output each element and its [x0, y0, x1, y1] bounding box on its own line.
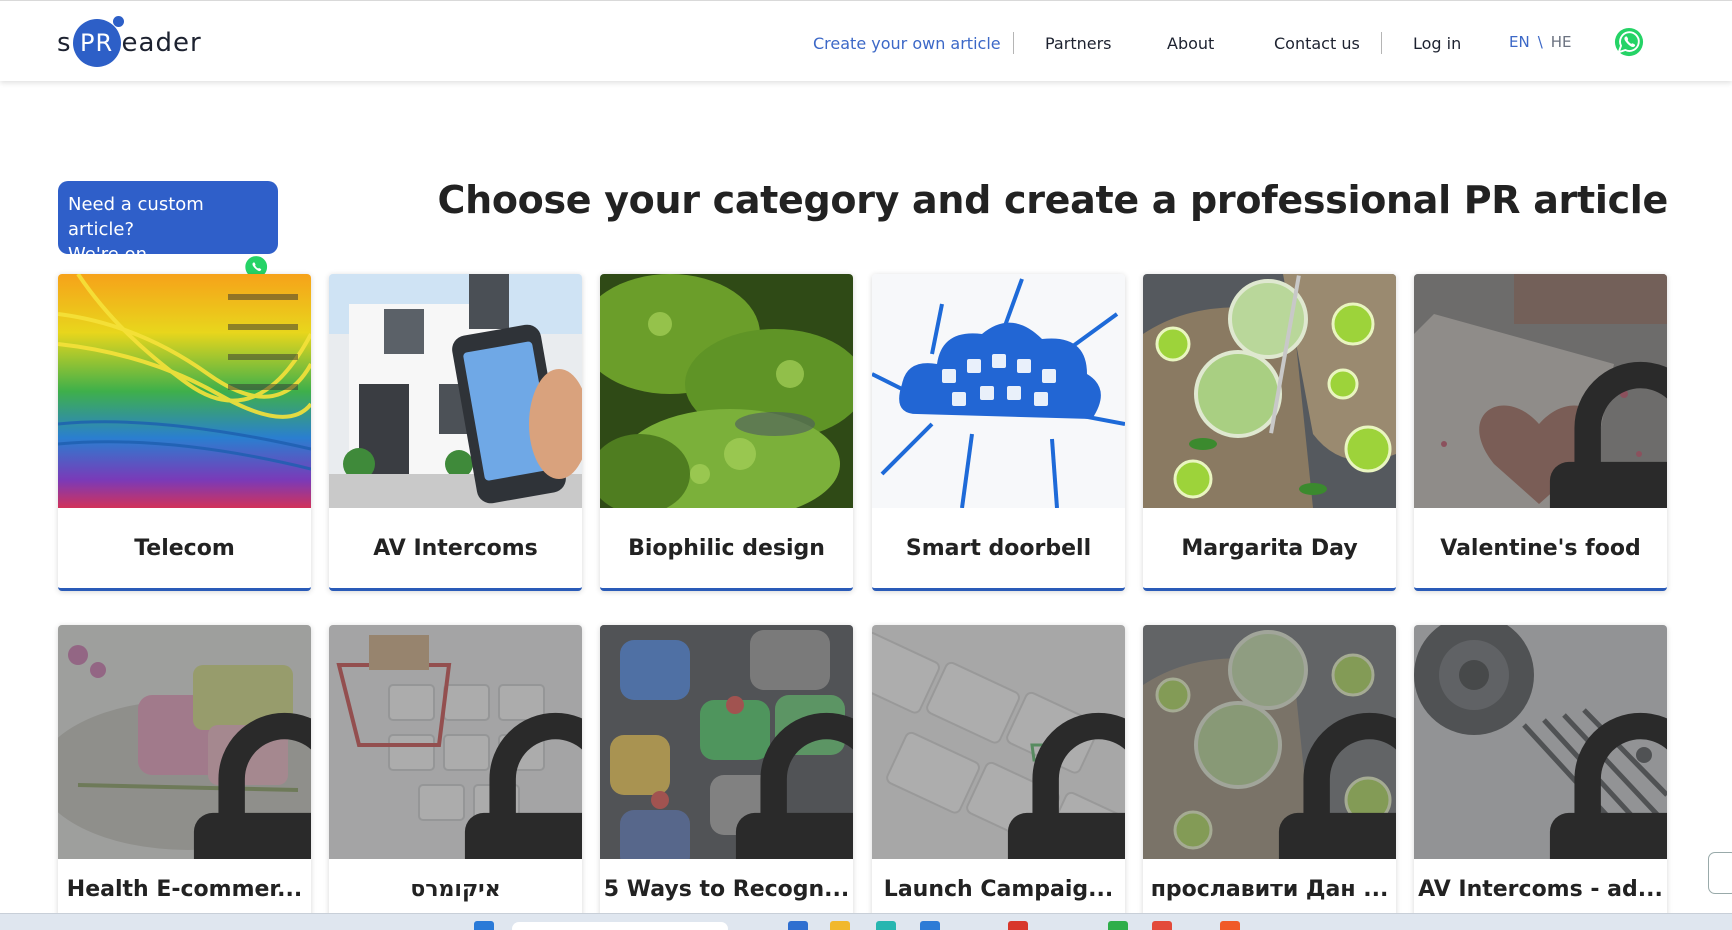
- card-label: AV Intercoms: [373, 535, 538, 561]
- card-image: [329, 625, 582, 859]
- lock-icon: [1549, 361, 1667, 508]
- category-card-av-intercoms-ad[interactable]: AV Intercoms - ad...: [1414, 625, 1667, 930]
- taskbar-chrome-icon[interactable]: [1008, 921, 1028, 930]
- card-image: [600, 274, 853, 508]
- category-card-ukrainian-article[interactable]: прославити Дан ...: [1143, 625, 1396, 930]
- taskbar-app-icon[interactable]: [788, 921, 808, 930]
- lock-icon: [1007, 712, 1125, 859]
- nav-about-link[interactable]: About: [1167, 34, 1214, 53]
- taskbar-app-icon[interactable]: [920, 921, 940, 930]
- nav-partners-link[interactable]: Partners: [1045, 34, 1111, 53]
- card-image: [1143, 274, 1396, 508]
- card-image: [872, 274, 1125, 508]
- taskbar-app-icon[interactable]: [1220, 921, 1240, 930]
- lang-he-link[interactable]: HE: [1551, 33, 1572, 51]
- category-card-biophilic-design[interactable]: Biophilic design: [600, 274, 853, 591]
- taskbar-folder-icon[interactable]: [830, 921, 850, 930]
- card-label: Health E-commer...: [66, 876, 303, 902]
- card-image: [1414, 625, 1667, 859]
- taskbar-search-box[interactable]: [512, 922, 728, 930]
- card-label: 5 Ways to Recogn...: [603, 876, 850, 902]
- category-card-ecommerce-hebrew[interactable]: איקומרס: [329, 625, 582, 930]
- lock-icon: [1278, 712, 1396, 859]
- category-card-margarita-day[interactable]: Margarita Day: [1143, 274, 1396, 591]
- nav-divider: [1013, 32, 1014, 54]
- badge-line-1: Need a custom article?: [68, 194, 204, 240]
- card-label: прославити Дан ...: [1150, 876, 1389, 902]
- whatsapp-icon[interactable]: [1614, 27, 1644, 57]
- category-card-smart-doorbell[interactable]: Smart doorbell: [872, 274, 1125, 591]
- card-label: Margarita Day: [1181, 535, 1358, 561]
- logo-text-right: eader: [121, 28, 202, 58]
- category-card-5-ways[interactable]: 5 Ways to Recogn...: [600, 625, 853, 930]
- spreader-logo[interactable]: s PR eader: [57, 16, 202, 69]
- category-card-telecom[interactable]: Telecom: [58, 274, 311, 591]
- category-card-av-intercoms[interactable]: AV Intercoms: [329, 274, 582, 591]
- whatsapp-custom-article-badge[interactable]: Need a custom article? We're on WhatsApp…: [58, 181, 278, 290]
- card-image: [58, 625, 311, 859]
- lang-separator: \: [1537, 33, 1543, 51]
- top-navbar: s PR eader Create your own article Partn…: [0, 0, 1732, 81]
- card-label: AV Intercoms - ad...: [1418, 876, 1663, 902]
- lang-en-link[interactable]: EN: [1509, 33, 1530, 51]
- card-image: [600, 625, 853, 859]
- card-image: [1143, 625, 1396, 859]
- card-label: איקומרס: [410, 876, 501, 902]
- nav-create-article-link[interactable]: Create your own article: [813, 34, 1001, 53]
- card-image: [329, 274, 582, 508]
- card-image: [872, 625, 1125, 859]
- logo-text-left: s: [57, 28, 72, 58]
- card-label: Launch Campaig...: [883, 876, 1114, 902]
- logo-pr-circle: PR: [72, 16, 124, 67]
- taskbar-app-icon[interactable]: [1152, 921, 1172, 930]
- category-card-valentines-food[interactable]: Valentine's food: [1414, 274, 1667, 591]
- os-taskbar: [0, 913, 1732, 930]
- card-label: Valentine's food: [1440, 535, 1641, 561]
- card-label: Biophilic design: [628, 535, 825, 561]
- card-image: [1414, 274, 1667, 508]
- nav-login-link[interactable]: Log in: [1413, 34, 1461, 53]
- nav-divider: [1381, 32, 1382, 54]
- lock-icon: [193, 712, 311, 859]
- lock-icon: [1549, 712, 1667, 859]
- category-card-health-ecommerce[interactable]: Health E-commer...: [58, 625, 311, 930]
- language-switcher: EN \ HE: [1509, 33, 1572, 51]
- lock-icon: [464, 712, 582, 859]
- page-title: Choose your category and create a profes…: [437, 178, 1669, 222]
- lock-icon: [735, 712, 853, 859]
- taskbar-app-icon[interactable]: [1108, 921, 1128, 930]
- card-label: Smart doorbell: [905, 535, 1092, 561]
- card-label: Telecom: [134, 535, 235, 561]
- card-image: [58, 274, 311, 508]
- windows-start-icon[interactable]: [474, 921, 494, 930]
- nav-contact-link[interactable]: Contact us: [1274, 34, 1360, 53]
- taskbar-app-icon[interactable]: [876, 921, 896, 930]
- category-card-launch-campaign[interactable]: Launch Campaig...: [872, 625, 1125, 930]
- accessibility-widget-button[interactable]: [1708, 852, 1732, 894]
